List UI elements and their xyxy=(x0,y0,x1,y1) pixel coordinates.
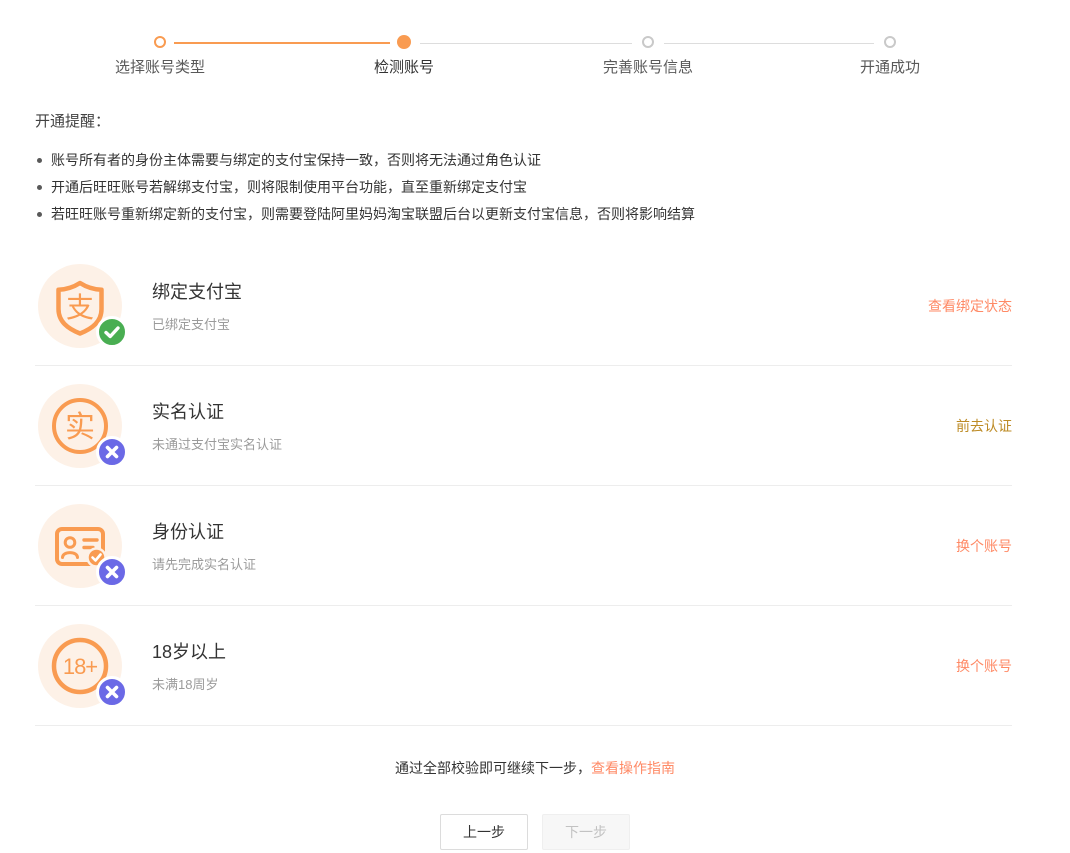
notice-list: 账号所有者的身份主体需要与绑定的支付宝保持一致，否则将无法通过角色认证 开通后旺… xyxy=(35,147,1035,228)
check-title: 18岁以上 xyxy=(152,638,956,664)
check-row-realname: 实 实名认证 未通过支付宝实名认证 前去认证 xyxy=(35,366,1012,486)
operation-guide-link[interactable]: 查看操作指南 xyxy=(591,760,675,776)
check-text: 身份认证 请先完成实名认证 xyxy=(152,518,956,573)
age-18-plus-icon: 18+ xyxy=(38,624,122,708)
step-connector xyxy=(664,43,874,44)
step-label: 检测账号 xyxy=(374,56,434,77)
step-dot-active-icon xyxy=(397,35,411,49)
cross-badge-icon xyxy=(96,556,128,588)
check-title: 实名认证 xyxy=(152,398,956,424)
switch-account-link[interactable]: 换个账号 xyxy=(956,536,1012,556)
notice-item: 开通后旺旺账号若解绑支付宝，则将限制使用平台功能，直至重新绑定支付宝 xyxy=(35,174,1035,201)
step-dot-pending-icon xyxy=(884,36,896,48)
check-badge-icon xyxy=(96,316,128,348)
check-subtitle: 未通过支付宝实名认证 xyxy=(152,434,956,453)
step-label: 完善账号信息 xyxy=(603,56,693,77)
wizard-stepper: 选择账号类型 检测账号 完善账号信息 开通成功 xyxy=(0,0,1070,84)
check-subtitle: 未满18周岁 xyxy=(152,674,956,693)
check-row-age: 18+ 18岁以上 未满18周岁 换个账号 xyxy=(35,606,1012,726)
check-row-bind-alipay: 支 绑定支付宝 已绑定支付宝 查看绑定状态 xyxy=(35,246,1012,366)
svg-text:支: 支 xyxy=(66,292,94,323)
step-label: 选择账号类型 xyxy=(115,56,205,77)
cross-badge-icon xyxy=(96,436,128,468)
alipay-shield-icon: 支 xyxy=(38,264,122,348)
check-text: 绑定支付宝 已绑定支付宝 xyxy=(152,278,928,333)
view-bind-status-link[interactable]: 查看绑定状态 xyxy=(928,296,1012,316)
step-dot-pending-icon xyxy=(642,36,654,48)
verification-list: 支 绑定支付宝 已绑定支付宝 查看绑定状态 实 xyxy=(35,246,1012,726)
cross-badge-icon xyxy=(96,676,128,708)
activation-notice: 开通提醒： 账号所有者的身份主体需要与绑定的支付宝保持一致，否则将无法通过角色认… xyxy=(35,110,1035,228)
check-subtitle: 已绑定支付宝 xyxy=(152,314,928,333)
wizard-buttons: 上一步 下一步 xyxy=(0,814,1070,850)
step-label: 开通成功 xyxy=(860,56,920,77)
step-dot-done-icon xyxy=(154,36,166,48)
svg-text:实: 实 xyxy=(65,411,95,444)
check-title: 绑定支付宝 xyxy=(152,278,928,304)
go-verify-link[interactable]: 前去认证 xyxy=(956,416,1012,436)
switch-account-link[interactable]: 换个账号 xyxy=(956,656,1012,676)
notice-item: 账号所有者的身份主体需要与绑定的支付宝保持一致，否则将无法通过角色认证 xyxy=(35,147,1035,174)
check-text: 18岁以上 未满18周岁 xyxy=(152,638,956,693)
svg-text:18+: 18+ xyxy=(63,654,97,679)
next-step-button[interactable]: 下一步 xyxy=(542,814,630,850)
footer-hint: 通过全部校验即可继续下一步，查看操作指南 xyxy=(0,758,1070,778)
notice-item: 若旺旺账号重新绑定新的支付宝，则需要登陆阿里妈妈淘宝联盟后台以更新支付宝信息，否… xyxy=(35,201,1035,228)
id-card-icon xyxy=(38,504,122,588)
footer-hint-text: 通过全部校验即可继续下一步， xyxy=(395,760,591,776)
check-title: 身份认证 xyxy=(152,518,956,544)
check-text: 实名认证 未通过支付宝实名认证 xyxy=(152,398,956,453)
check-row-identity: 身份认证 请先完成实名认证 换个账号 xyxy=(35,486,1012,606)
prev-step-button[interactable]: 上一步 xyxy=(440,814,528,850)
step-connector xyxy=(420,43,632,44)
check-subtitle: 请先完成实名认证 xyxy=(152,554,956,573)
step-connector-done xyxy=(174,42,390,44)
notice-title: 开通提醒： xyxy=(35,110,1035,131)
realname-seal-icon: 实 xyxy=(38,384,122,468)
